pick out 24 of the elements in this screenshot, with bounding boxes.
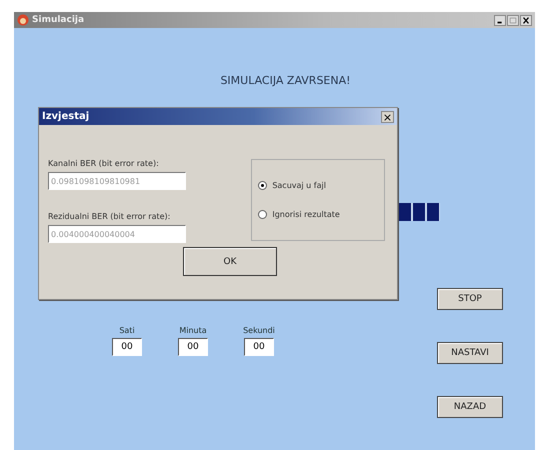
time-label: Sati	[119, 326, 135, 335]
radio-button[interactable]	[258, 181, 268, 190]
stop-button[interactable]: STOP	[437, 288, 503, 310]
time-field[interactable]: 00	[178, 338, 208, 356]
window-title: Simulacija	[32, 15, 84, 25]
field-label: Kanalni BER (bit error rate):	[48, 159, 160, 168]
field-label: Rezidualni BER (bit error rate):	[48, 212, 172, 221]
time-field[interactable]: 00	[112, 338, 142, 356]
radio-label[interactable]: Ignorisi rezultate	[272, 210, 340, 219]
back-button[interactable]: NAZAD	[437, 396, 503, 418]
radio-button[interactable]	[258, 210, 268, 219]
ok-button[interactable]: OK	[183, 247, 277, 276]
continue-button[interactable]: NASTAVI	[437, 342, 503, 364]
close-button[interactable]	[520, 14, 532, 26]
time-label: Minuta	[179, 326, 207, 335]
app-icon	[17, 14, 29, 26]
dialog-title: Izvjestaj	[42, 111, 90, 122]
radio-label[interactable]: Sacuvaj u fajl	[272, 181, 326, 190]
close-button[interactable]: ×	[381, 110, 394, 122]
progress-bar-drawing	[399, 203, 440, 221]
time-label: Sekundi	[243, 326, 275, 335]
time-field[interactable]: 00	[244, 338, 274, 356]
minimize-button[interactable]	[494, 14, 506, 26]
status-heading: SIMULACIJA ZAVRSENA!	[220, 74, 351, 87]
